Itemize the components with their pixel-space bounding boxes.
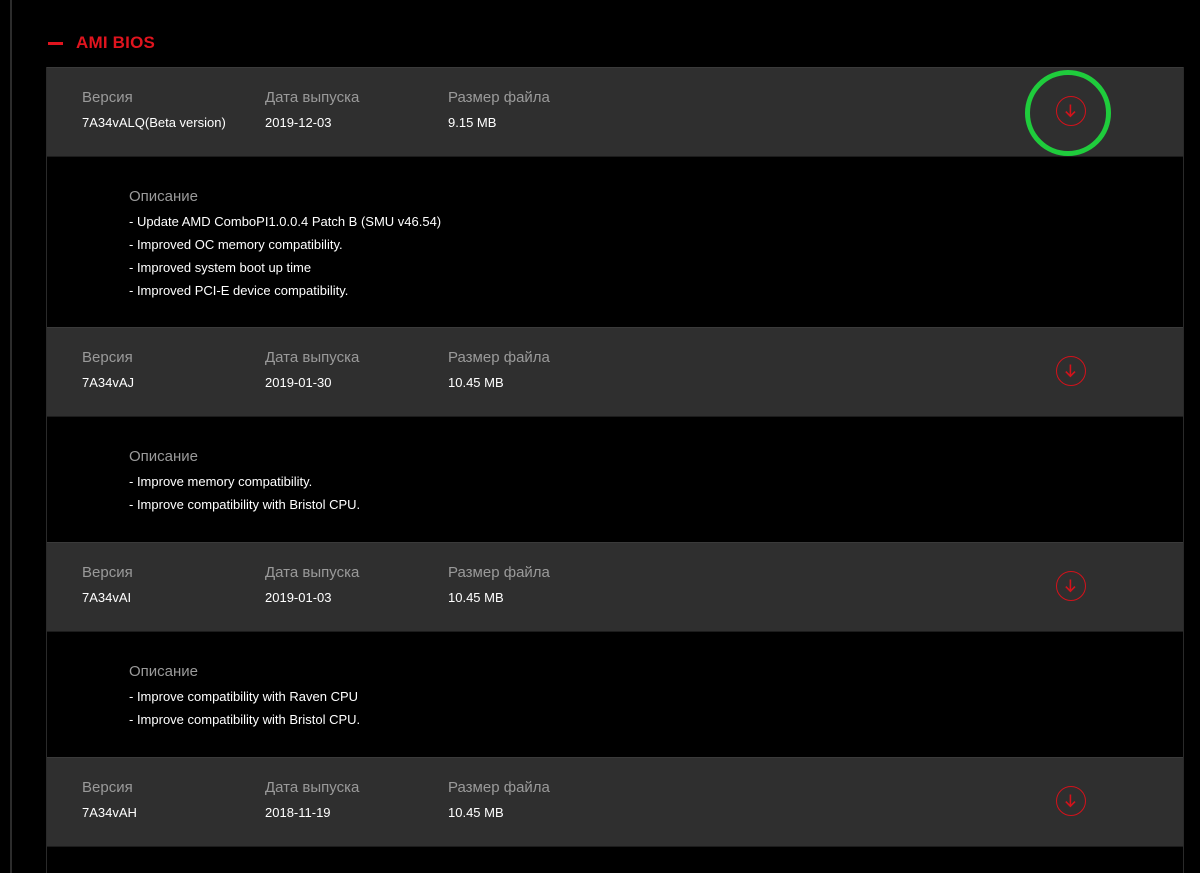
description-block: Описание - Improve memory compatibility. -… (47, 417, 1183, 542)
date-label: Дата выпуска (265, 349, 360, 366)
date-column: Дата выпуска 2018-11-19 (265, 778, 359, 822)
description-line: - Improved PCI-E device compatibility. (129, 283, 349, 298)
description-line: - Improved system boot up time (129, 260, 312, 275)
size-label: Размер файла (448, 89, 550, 106)
left-divider (10, 0, 12, 873)
description-line: - Update AMD ComboPI1.0.0.4 Patch B (SMU… (129, 214, 442, 229)
version-label: Версия (82, 89, 133, 106)
download-arrow-icon (1065, 104, 1076, 118)
version-column: Версия 7A34vAI (82, 563, 133, 607)
date-column: Дата выпуска 2019-01-30 (265, 348, 359, 392)
date-value: 2019-01-30 (265, 375, 332, 390)
date-label: Дата выпуска (265, 89, 360, 106)
date-column: Дата выпуска 2019-01-03 (265, 563, 359, 607)
download-arrow-icon (1065, 579, 1076, 593)
bios-row: Версия 7A34vAH Дата выпуска 2018-11-19 Р… (47, 757, 1183, 847)
version-column: Версия 7A34vALQ(Beta version) (82, 88, 226, 132)
bios-download-page: AMI BIOS Версия 7A34vALQ(Beta version) Д… (0, 0, 1200, 873)
size-column: Размер файла 9.15 MB (448, 88, 550, 132)
collapse-dash-icon[interactable] (48, 41, 63, 45)
bios-row: Версия 7A34vAI Дата выпуска 2019-01-03 Р… (47, 542, 1183, 632)
size-value: 9.15 MB (448, 115, 497, 130)
download-arrow-icon (1065, 364, 1076, 378)
size-label: Размер файла (448, 564, 550, 581)
size-label: Размер файла (448, 779, 550, 796)
size-value: 10.45 MB (448, 805, 504, 820)
version-column: Версия 7A34vAH (82, 778, 137, 822)
bios-row: Версия 7A34vAJ Дата выпуска 2019-01-30 Р… (47, 327, 1183, 417)
version-value: 7A34vAI (82, 590, 132, 605)
date-label: Дата выпуска (265, 564, 360, 581)
section-header[interactable]: AMI BIOS (48, 30, 155, 56)
description-line: - Improve memory compatibility. (129, 474, 313, 489)
size-label: Размер файла (448, 349, 550, 366)
description-label: Описание (129, 188, 199, 205)
description-line: - Improve compatibility with Raven CPU (129, 689, 359, 704)
download-arrow-icon (1065, 794, 1076, 808)
download-button[interactable] (1056, 571, 1086, 601)
size-value: 10.45 MB (448, 375, 504, 390)
description-line: - Improved OC memory compatibility. (129, 237, 343, 252)
description-label: Описание (129, 663, 199, 680)
download-button[interactable] (1056, 786, 1086, 816)
download-button[interactable] (1056, 96, 1086, 126)
version-value: 7A34vAJ (82, 375, 135, 390)
version-value: 7A34vALQ(Beta version) (82, 115, 226, 130)
description-label: Описание (129, 448, 199, 465)
date-value: 2019-12-03 (265, 115, 332, 130)
version-label: Версия (82, 779, 133, 796)
section-title: AMI BIOS (76, 33, 156, 52)
description-block: Описание - Improve compatibility with Rav… (47, 632, 1183, 757)
description-line: - Improve compatibility with Bristol CPU… (129, 712, 361, 727)
date-value: 2018-11-19 (265, 805, 331, 820)
size-value: 10.45 MB (448, 590, 504, 605)
bios-row: Версия 7A34vALQ(Beta version) Дата выпус… (47, 67, 1183, 157)
date-column: Дата выпуска 2019-12-03 (265, 88, 359, 132)
size-column: Размер файла 10.45 MB (448, 778, 550, 822)
bios-list: Версия 7A34vALQ(Beta version) Дата выпус… (46, 67, 1184, 873)
date-value: 2019-01-03 (265, 590, 332, 605)
download-button[interactable] (1056, 356, 1086, 386)
size-column: Размер файла 10.45 MB (448, 348, 550, 392)
description-block: Описание - Update AMD ComboPI1.0.0.4 Patc… (47, 157, 1183, 327)
version-label: Версия (82, 564, 133, 581)
size-column: Размер файла 10.45 MB (448, 563, 550, 607)
description-line: - Improve compatibility with Bristol CPU… (129, 497, 361, 512)
date-label: Дата выпуска (265, 779, 360, 796)
description-block (47, 847, 1183, 873)
version-label: Версия (82, 349, 133, 366)
version-value: 7A34vAH (82, 805, 137, 820)
version-column: Версия 7A34vAJ (82, 348, 134, 392)
